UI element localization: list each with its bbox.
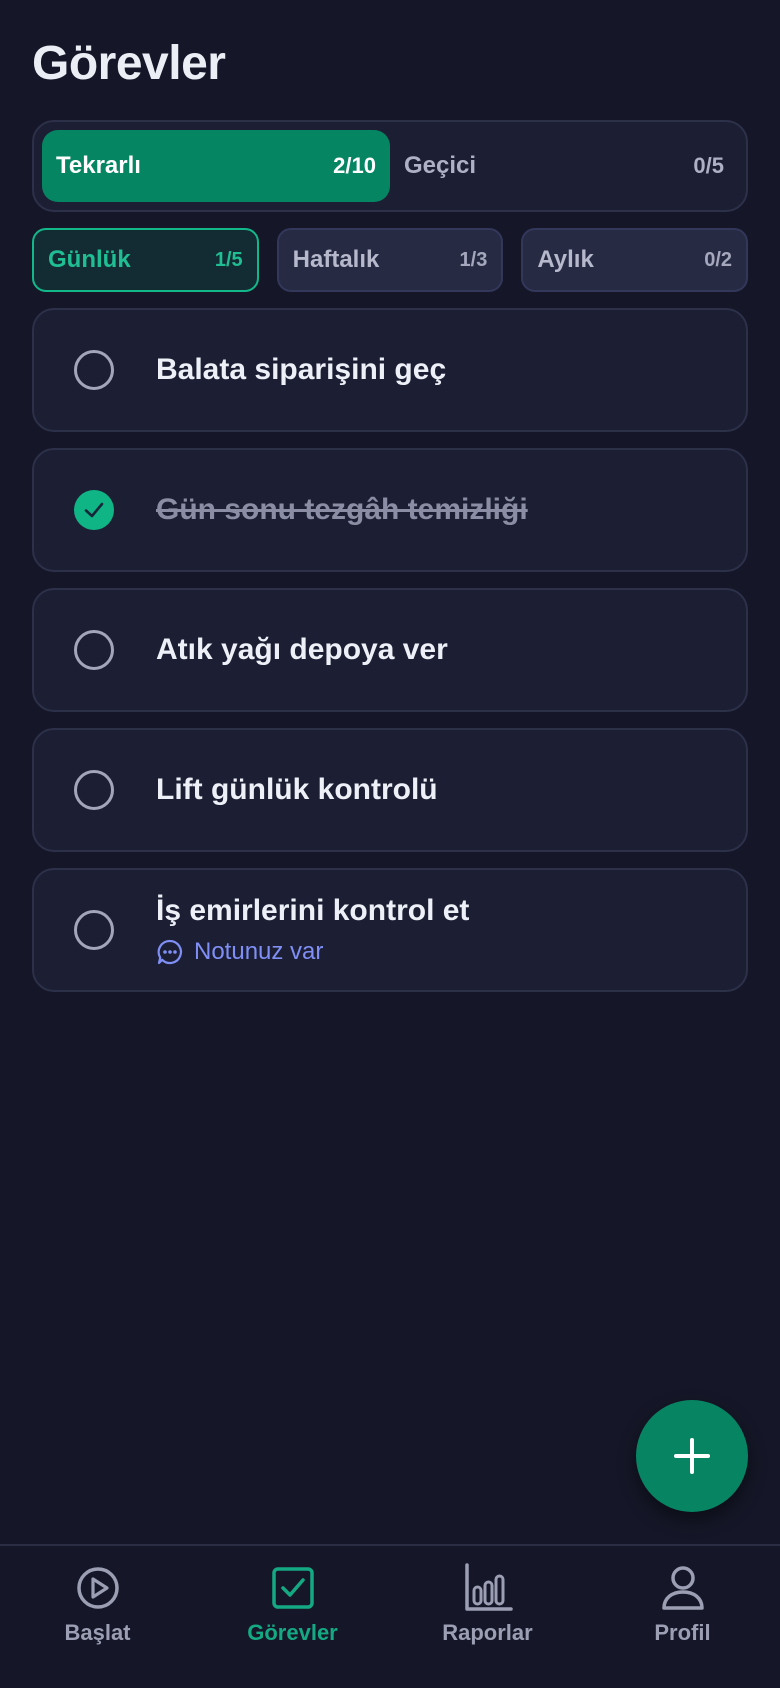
task-title: Atık yağı depoya ver — [156, 633, 448, 666]
task-note-label: Notunuz var — [194, 938, 324, 965]
task-item[interactable]: Balata siparişini geç — [32, 308, 748, 432]
tab-label: Günlük — [48, 246, 131, 273]
nav-profile[interactable]: Profil — [585, 1546, 780, 1688]
segment-count: 0/5 — [693, 153, 724, 178]
task-body: Atık yağı depoya ver — [156, 633, 448, 667]
nav-reports[interactable]: Raporlar — [390, 1546, 585, 1688]
nav-label: Raporlar — [442, 1620, 533, 1645]
tab-label: Aylık — [537, 246, 594, 273]
add-task-button[interactable] — [636, 1400, 748, 1512]
task-title: Balata siparişini geç — [156, 353, 447, 386]
task-checkbox-checked[interactable] — [74, 490, 114, 530]
bar-chart-icon — [464, 1563, 513, 1611]
user-icon — [661, 1566, 704, 1610]
task-list: Balata siparişini geç Gün sonu tezgâh te… — [32, 308, 748, 1008]
tab-weekly[interactable]: Haftalık 1/3 — [276, 228, 504, 292]
nav-label: Profil — [654, 1620, 711, 1645]
tab-daily[interactable]: Günlük 1/5 — [32, 228, 259, 292]
task-checkbox[interactable] — [74, 350, 114, 390]
tab-count: 0/2 — [704, 248, 733, 271]
chat-bubble-icon — [157, 939, 183, 965]
nav-label: Başlat — [64, 1620, 131, 1645]
checkbox-icon — [271, 1567, 314, 1609]
check-icon — [84, 502, 104, 518]
segment-label: Geçici — [404, 152, 477, 179]
task-item[interactable]: İş emirlerini kontrol et Notunuz var — [32, 868, 748, 992]
task-body: Balata siparişini geç — [156, 353, 446, 387]
segment-recurring[interactable]: Tekrarlı 2/10 — [42, 130, 390, 202]
segment-temporary[interactable]: Geçici 0/5 — [390, 130, 738, 202]
task-type-segmented-control: Tekrarlı 2/10 Geçici 0/5 — [32, 120, 748, 212]
tab-count: 1/5 — [214, 248, 243, 271]
task-item[interactable]: Gün sonu tezgâh temizliği — [32, 448, 748, 572]
task-title: Gün sonu tezgâh temizliği — [156, 493, 528, 526]
task-body: Gün sonu tezgâh temizliği — [156, 493, 528, 527]
tasks-screen: Görevler Tekrarlı 2/10 Geçici 0/5 Günlük… — [0, 0, 780, 1688]
task-checkbox[interactable] — [74, 770, 114, 810]
nav-tasks[interactable]: Görevler — [195, 1546, 390, 1688]
segment-label: Tekrarlı — [56, 152, 141, 179]
tab-monthly[interactable]: Aylık 0/2 — [521, 228, 749, 292]
tab-count: 1/3 — [459, 248, 488, 271]
task-note[interactable]: Notunuz var — [156, 938, 469, 966]
task-title: İş emirlerini kontrol et — [156, 894, 470, 927]
task-item[interactable]: Atık yağı depoya ver — [32, 588, 748, 712]
task-title: Lift günlük kontrolü — [156, 773, 438, 806]
plus-icon — [674, 1438, 710, 1474]
nav-label: Görevler — [247, 1620, 338, 1645]
task-checkbox[interactable] — [74, 910, 114, 950]
bottom-navigation: Başlat Görevler Raporlar Profil — [0, 1544, 780, 1688]
frequency-tabs: Günlük 1/5 Haftalık 1/3 Aylık 0/2 — [32, 228, 749, 292]
task-body: Lift günlük kontrolü — [156, 773, 438, 807]
task-checkbox[interactable] — [74, 630, 114, 670]
task-body: İş emirlerini kontrol et Notunuz var — [156, 894, 469, 966]
segment-count: 2/10 — [333, 153, 376, 178]
tab-label: Haftalık — [292, 246, 380, 273]
nav-start[interactable]: Başlat — [0, 1546, 195, 1688]
play-circle-icon — [76, 1567, 119, 1609]
task-item[interactable]: Lift günlük kontrolü — [32, 728, 748, 852]
page-title: Görevler — [32, 37, 226, 90]
